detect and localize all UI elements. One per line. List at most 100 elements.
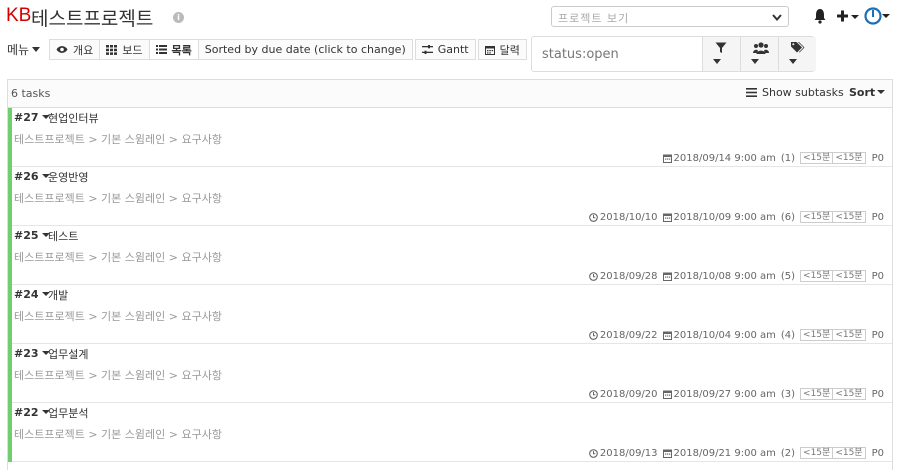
view-calendar-label: 달력 [499, 43, 520, 57]
task-start-date-text: 2018/10/10 [599, 211, 658, 223]
bell-icon[interactable] [813, 7, 827, 25]
menu-label: 메뉴 [7, 43, 30, 57]
task-due-date-text: 2018/10/08 9:00 am [673, 270, 776, 282]
menu-dropdown[interactable]: 메뉴 [7, 41, 41, 58]
sort-dropdown-button[interactable]: Sort [849, 86, 886, 99]
task-id: #26 [14, 170, 39, 183]
task-time-spent: <15분 [833, 388, 866, 400]
task-title[interactable]: 업무분석 [48, 405, 88, 421]
task-time-estimated: <15분 [800, 329, 834, 341]
task-row[interactable]: #24 개발 테스트프로젝트 > 기본 스윔레인 > 요구사항 2018/09/… [8, 285, 892, 344]
task-id-dropdown[interactable]: #26 [14, 170, 50, 183]
task-due-date: 2018/09/27 9:00 am [662, 389, 776, 400]
task-meta: 2018/09/28 2018/10/08 9:00 am (5) <15분 <… [584, 269, 890, 283]
plus-dropdown-icon[interactable] [836, 7, 860, 25]
task-time-spent: <15분 [833, 447, 866, 459]
show-subtasks-button[interactable]: Show subtasks [746, 86, 844, 99]
board-grid-icon [106, 44, 118, 55]
task-days: (4) [780, 329, 796, 341]
header: KB 테스트프로젝트 i 프로젝트 보기 [0, 0, 900, 34]
task-meta: 2018/09/13 2018/09/21 9:00 am (2) <15분 <… [584, 446, 890, 460]
task-id: #23 [14, 347, 39, 360]
task-due-date: 2018/10/09 9:00 am [662, 211, 776, 223]
task-due-date: 2018/09/14 9:00 am [662, 152, 776, 164]
view-gantt-button[interactable]: Gantt [414, 39, 476, 60]
project-select[interactable]: 프로젝트 보기 [551, 6, 789, 27]
task-due-date: 2018/10/08 9:00 am [662, 270, 776, 282]
task-path: 테스트프로젝트 > 기본 스윔레인 > 요구사항 [14, 192, 222, 205]
task-count: 6 tasks [11, 87, 51, 100]
page-title: 테스트프로젝트 [31, 8, 154, 30]
task-days: (5) [780, 270, 796, 282]
task-row[interactable]: #26 운영반영 테스트프로젝트 > 기본 스윔레인 > 요구사항 2018/1… [8, 167, 892, 226]
calendar-icon [484, 45, 495, 55]
clock-icon [589, 448, 598, 458]
task-title[interactable]: 현업인터뷰 [48, 110, 99, 126]
task-color-bar [8, 108, 12, 167]
task-due-date: 2018/10/04 9:00 am [662, 329, 776, 341]
task-id-dropdown[interactable]: #25 [14, 229, 50, 242]
task-id: #22 [14, 406, 39, 419]
task-path: 테스트프로젝트 > 기본 스윔레인 > 요구사항 [14, 310, 222, 323]
task-due-date-text: 2018/10/04 9:00 am [673, 329, 776, 341]
task-meta: 2018/09/20 2018/09/27 9:00 am (3) <15분 <… [584, 387, 890, 401]
task-title[interactable]: 개발 [48, 287, 68, 303]
task-meta: 2018/09/14 9:00 am (1) <15분 <15분 P0 [658, 151, 890, 165]
caret-down-icon [713, 59, 721, 64]
task-title[interactable]: 테스트 [48, 228, 78, 244]
list-icon [155, 45, 167, 54]
clock-icon [589, 212, 598, 222]
info-icon[interactable]: i [173, 12, 184, 23]
calendar-icon [662, 390, 672, 399]
task-days: (1) [780, 152, 796, 164]
task-row[interactable]: #22 업무분석 테스트프로젝트 > 기본 스윔레인 > 요구사항 2018/0… [8, 403, 892, 462]
search-box [531, 36, 816, 72]
view-calendar-button[interactable]: 달력 [477, 39, 527, 60]
task-time-spent: <15분 [833, 152, 866, 164]
task-path: 테스트프로젝트 > 기본 스윔레인 > 요구사항 [14, 369, 222, 382]
task-title[interactable]: 업무설계 [48, 346, 88, 362]
task-due-date-text: 2018/10/09 9:00 am [673, 211, 776, 223]
task-list-header: 6 tasks Show subtasks Sort [8, 80, 892, 108]
sort-label: Sort [849, 86, 876, 99]
calendar-icon [662, 154, 672, 163]
task-path: 테스트프로젝트 > 기본 스윔레인 > 요구사항 [14, 133, 222, 146]
task-time-spent: <15분 [833, 329, 866, 341]
task-priority: P0 [871, 329, 884, 341]
view-switcher: 개요 보드 목록 Sorted by due date (click to ch… [49, 39, 527, 60]
view-gantt-label: Gantt [437, 43, 469, 56]
task-time-estimated: <15분 [800, 447, 834, 459]
task-row[interactable]: #23 업무설계 테스트프로젝트 > 기본 스윔레인 > 요구사항 2018/0… [8, 344, 892, 403]
tag-filter-dropdown-button[interactable] [778, 37, 816, 71]
task-id-dropdown[interactable]: #24 [14, 288, 50, 301]
clock-icon [589, 330, 598, 340]
eye-icon [56, 46, 68, 53]
kanboard-logo[interactable]: KB [6, 5, 31, 27]
task-due-date-text: 2018/09/14 9:00 am [673, 152, 776, 164]
filter-dropdown-button[interactable] [702, 37, 740, 71]
task-row[interactable]: #27 현업인터뷰 테스트프로젝트 > 기본 스윔레인 > 요구사항 2018/… [8, 108, 892, 167]
view-list-button[interactable]: 목록 [148, 39, 199, 60]
task-row[interactable]: #25 테스트 테스트프로젝트 > 기본 스윔레인 > 요구사항 2018/09… [8, 226, 892, 285]
task-id-dropdown[interactable]: #22 [14, 406, 50, 419]
task-id: #25 [14, 229, 39, 242]
task-title[interactable]: 운영반영 [48, 169, 88, 185]
calendar-icon [662, 449, 672, 458]
task-id-dropdown[interactable]: #27 [14, 111, 50, 124]
task-list: 6 tasks Show subtasks Sort #27 현업인터뷰 테스트… [7, 79, 893, 470]
calendar-icon [662, 213, 672, 222]
view-overview-button[interactable]: 개요 [49, 39, 101, 60]
view-board-button[interactable]: 보드 [99, 39, 150, 60]
user-filter-dropdown-button[interactable] [740, 37, 778, 71]
user-power-dropdown-icon[interactable] [864, 7, 890, 25]
caret-down-icon [751, 59, 759, 64]
sort-by-due-date-button[interactable]: Sorted by due date (click to change) [197, 39, 413, 60]
task-start-date: 2018/09/22 [589, 330, 658, 341]
caret-down-icon [789, 59, 797, 64]
task-id-dropdown[interactable]: #23 [14, 347, 50, 360]
clock-icon [589, 271, 598, 281]
task-priority: P0 [871, 447, 884, 459]
task-id: #27 [14, 111, 39, 124]
task-start-date: 2018/09/28 [589, 271, 658, 282]
search-input[interactable] [532, 37, 703, 71]
